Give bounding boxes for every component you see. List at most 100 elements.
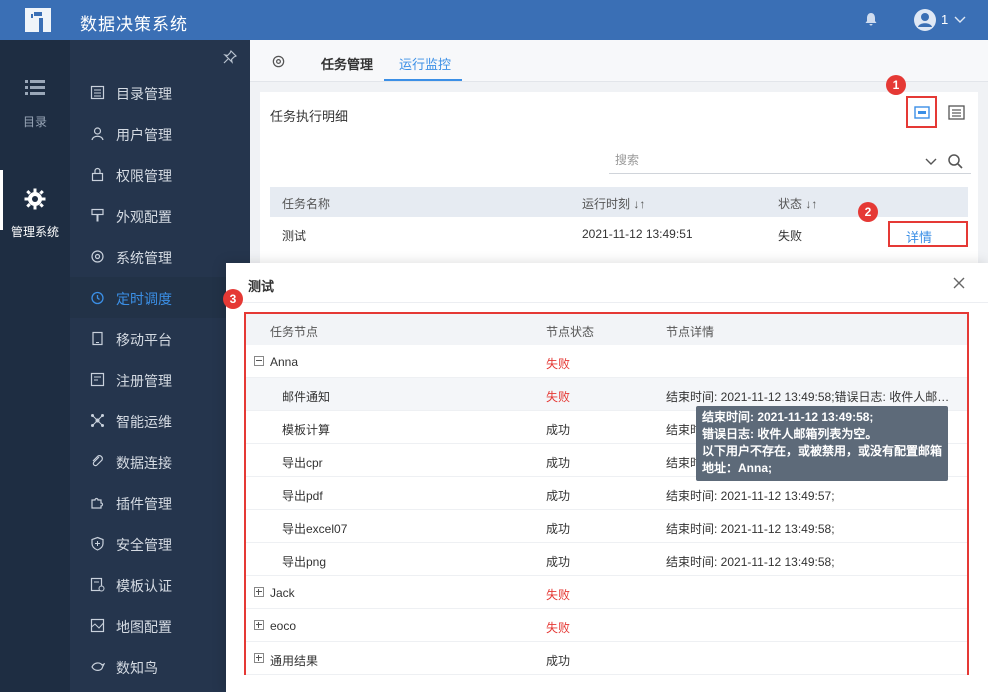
node-name: 通用结果 — [270, 654, 319, 668]
link-icon — [92, 455, 103, 467]
search-input[interactable] — [609, 148, 909, 172]
expand-icon[interactable] — [254, 587, 264, 597]
node-status: 成功 — [546, 555, 571, 569]
menu-item-label: 系统管理 — [116, 250, 172, 266]
top-bar: 数据决策系统 1 — [0, 0, 988, 40]
tree-row[interactable]: Anna 失败 — [246, 345, 967, 378]
menu-item[interactable]: 模板认证 — [70, 564, 250, 605]
node-detail: 结束时间: 2021-11-12 13:49:58; — [666, 522, 835, 536]
node-name: 导出png — [282, 555, 327, 569]
mobile-icon — [92, 331, 103, 346]
chevron-down-icon[interactable] — [924, 154, 938, 168]
shield-icon — [91, 536, 104, 551]
column-header-node-detail: 节点详情 — [666, 325, 715, 339]
menu-item[interactable]: 地图配置 — [70, 605, 250, 646]
node-status: 失败 — [546, 621, 571, 635]
collapse-icon[interactable] — [254, 356, 264, 366]
tab-bar: 任务管理 运行监控 — [250, 40, 988, 82]
node-name: eoco — [270, 619, 297, 633]
menu-item[interactable]: 数据连接 — [70, 441, 250, 482]
tree-row[interactable]: eoco 失败 — [246, 609, 967, 642]
menu-item[interactable]: 外观配置 — [70, 195, 250, 236]
grid-header: 任务节点 节点状态 节点详情 — [246, 314, 967, 345]
highlight-box-2 — [888, 221, 968, 247]
column-header-run-time[interactable]: 运行时刻 ↓↑ — [582, 195, 645, 212]
pin-icon[interactable] — [223, 50, 237, 64]
settings-icon[interactable] — [271, 54, 286, 69]
expand-icon[interactable] — [254, 620, 264, 630]
tab-task-management[interactable]: 任务管理 — [321, 54, 373, 73]
column-header-status[interactable]: 状态 ↓↑ — [778, 195, 817, 212]
tree-row[interactable]: 导出pdf 成功 结束时间: 2021-11-12 13:49:57; — [246, 477, 967, 510]
user-avatar-icon — [918, 13, 932, 27]
chevron-down-icon[interactable] — [954, 13, 966, 25]
expand-icon[interactable] — [254, 653, 264, 663]
menu-item-label: 模板认证 — [116, 578, 172, 594]
icon-rail: 目录 管理系统 — [0, 40, 70, 692]
column-header-task-name[interactable]: 任务名称 — [282, 195, 330, 212]
catalog-icon — [90, 85, 105, 100]
menu-item-label: 权限管理 — [116, 168, 172, 184]
search-bar — [609, 148, 971, 174]
menu-item[interactable]: 权限管理 — [70, 154, 250, 195]
step-badge-3: 3 — [223, 289, 243, 309]
close-icon[interactable] — [952, 276, 966, 290]
menu-item[interactable]: 安全管理 — [70, 523, 250, 564]
node-detail: 结束时间: 2021-11-12 13:49:58; — [666, 555, 835, 569]
run-time-cell: 2021-11-12 13:49:51 — [582, 227, 693, 241]
step-badge-2: 2 — [858, 202, 878, 222]
tooltip-line: 结束时间: 2021-11-12 13:49:58; — [702, 410, 874, 424]
rail-item-label: 目录 — [22, 115, 47, 129]
template-icon — [90, 577, 105, 592]
menu-item-label: 移动平台 — [116, 332, 172, 348]
network-icon — [91, 414, 104, 427]
task-name-cell: 测试 — [282, 229, 307, 243]
tab-run-monitor[interactable]: 运行监控 — [399, 54, 451, 73]
tree-row[interactable]: 通用结果 成功 — [246, 642, 967, 675]
user-name[interactable]: 1 — [941, 12, 948, 27]
column-header-node: 任务节点 — [270, 325, 319, 339]
tooltip-line: 以下用户不存在，或被禁用，或没有配置邮箱 — [702, 444, 943, 458]
brush-icon — [91, 208, 104, 222]
menu-item-label: 数知鸟 — [116, 660, 158, 676]
puzzle-icon — [91, 497, 104, 509]
menu-item[interactable]: 数知鸟 — [70, 646, 250, 687]
menu-item[interactable]: 插件管理 — [70, 482, 250, 523]
register-icon — [90, 372, 105, 387]
avatar[interactable] — [914, 9, 936, 31]
tree-row[interactable]: 导出excel07 成功 结束时间: 2021-11-12 13:49:58; — [246, 510, 967, 543]
node-name: 模板计算 — [282, 423, 331, 437]
menu-item-label: 安全管理 — [116, 537, 172, 553]
menu-item[interactable]: 目录管理 — [70, 72, 250, 113]
list-view-icon — [948, 105, 965, 120]
app-title: 数据决策系统 — [80, 15, 188, 34]
bell-icon[interactable] — [864, 12, 878, 26]
menu-item[interactable]: 系统管理 — [70, 236, 250, 277]
admin-menu: 目录管理用户管理权限管理外观配置系统管理定时调度移动平台注册管理 智能运维数据连接… — [70, 40, 250, 692]
menu-item-label: 定时调度 — [116, 291, 172, 307]
dialog-title: 测试 — [248, 279, 275, 294]
search-icon[interactable] — [947, 153, 963, 169]
rail-item-catalog[interactable]: 目录 — [0, 78, 70, 130]
rail-item-label: 管理系统 — [10, 225, 59, 239]
panel-title: 任务执行明细 — [270, 109, 349, 124]
node-name: Jack — [270, 586, 295, 600]
menu-item[interactable]: 用户管理 — [70, 113, 250, 154]
node-detail: 结束时间: 2021-11-12 13:49:58;错误日志: 收件人邮… — [666, 390, 950, 404]
rail-item-admin[interactable]: 管理系统 — [0, 170, 70, 240]
tree-row[interactable]: Jack 失败 — [246, 576, 967, 609]
tree-row[interactable]: 导出png 成功 结束时间: 2021-11-12 13:49:58; — [246, 543, 967, 576]
menu-item[interactable]: 移动平台 — [70, 318, 250, 359]
app-logo-icon[interactable] — [22, 6, 54, 34]
menu-item-label: 外观配置 — [116, 209, 172, 225]
menu-item[interactable]: 注册管理 — [70, 359, 250, 400]
lock-icon — [91, 167, 104, 182]
menu-item[interactable]: 智能运维 — [70, 400, 250, 441]
list-view-button[interactable] — [942, 99, 970, 127]
step-badge-1: 1 — [886, 75, 906, 95]
tooltip-line: 地址：Anna; — [702, 461, 772, 475]
menu-item-label: 插件管理 — [116, 496, 172, 512]
menu-item-label: 用户管理 — [116, 127, 172, 143]
menu-item-label: 数据连接 — [116, 455, 172, 471]
dialog-header: 测试 — [226, 263, 988, 303]
